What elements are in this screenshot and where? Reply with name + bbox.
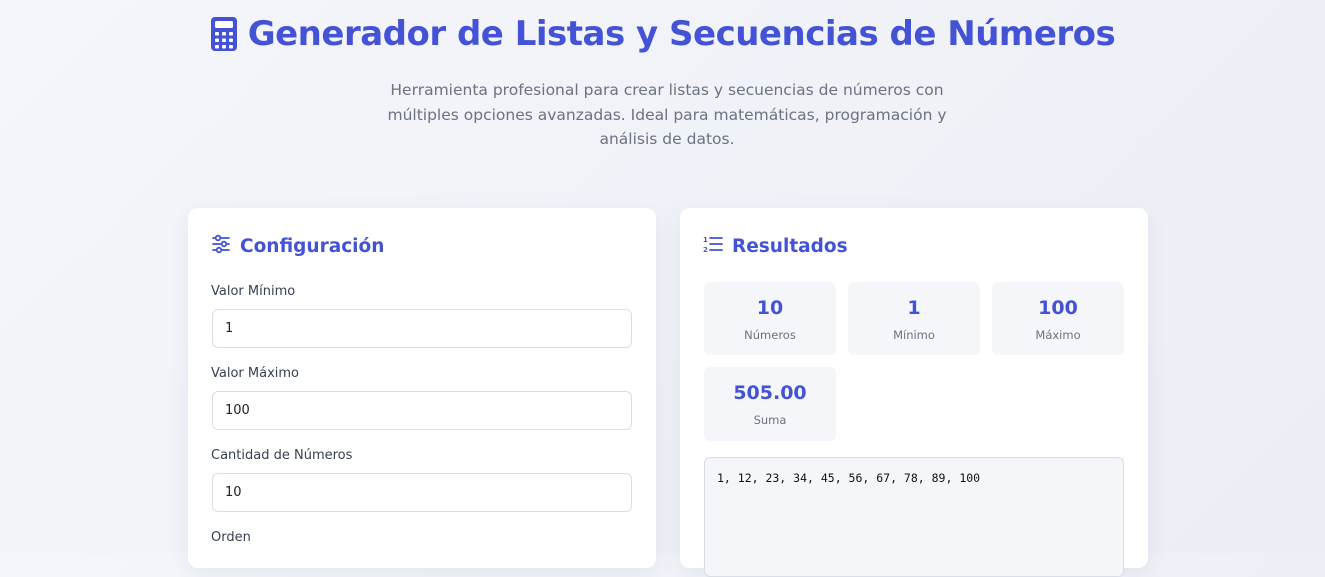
svg-text:2: 2 — [703, 246, 708, 254]
svg-text:1: 1 — [703, 236, 708, 244]
stat-min: 1 Mínimo — [848, 282, 980, 355]
stat-count: 10 Números — [704, 282, 836, 355]
stat-count-value: 10 — [756, 297, 784, 319]
sliders-icon — [211, 234, 231, 259]
config-card: Configuración Valor Mínimo Valor Máximo … — [188, 208, 656, 568]
config-card-title: Configuración — [211, 234, 384, 259]
max-value-input[interactable] — [212, 391, 632, 430]
stat-max-label: Máximo — [1035, 328, 1081, 342]
page-title: Generador de Listas y Secuencias de Núme… — [0, 14, 1325, 54]
count-label: Cantidad de Números — [211, 448, 353, 463]
order-label: Orden — [211, 530, 251, 545]
stat-count-label: Números — [744, 328, 796, 342]
page-subtitle: Herramienta profesional para crear lista… — [387, 81, 947, 148]
results-title-text: Resultados — [732, 236, 848, 257]
stat-max: 100 Máximo — [992, 282, 1124, 355]
max-value-label: Valor Máximo — [211, 366, 299, 381]
count-input[interactable] — [212, 473, 632, 512]
stat-min-label: Mínimo — [893, 328, 935, 342]
min-value-label: Valor Mínimo — [211, 284, 296, 299]
calculator-icon — [210, 16, 238, 52]
page-title-text: Generador de Listas y Secuencias de Núme… — [247, 14, 1116, 54]
min-value-input[interactable] — [212, 309, 632, 348]
stat-max-value: 100 — [1038, 297, 1078, 319]
stat-min-value: 1 — [907, 297, 921, 319]
results-card: 1 2 Resultados 10 Números 1 Mínimo 100 M… — [680, 208, 1148, 577]
config-title-text: Configuración — [240, 236, 385, 257]
stat-sum: 505.00 Suma — [704, 367, 836, 441]
results-output[interactable]: 1, 12, 23, 34, 45, 56, 67, 78, 89, 100 — [704, 457, 1124, 577]
stat-sum-value: 505.00 — [733, 382, 807, 404]
results-card-title: 1 2 Resultados — [703, 234, 848, 259]
numbered-list-icon: 1 2 — [703, 234, 723, 259]
stat-sum-label: Suma — [753, 413, 787, 427]
